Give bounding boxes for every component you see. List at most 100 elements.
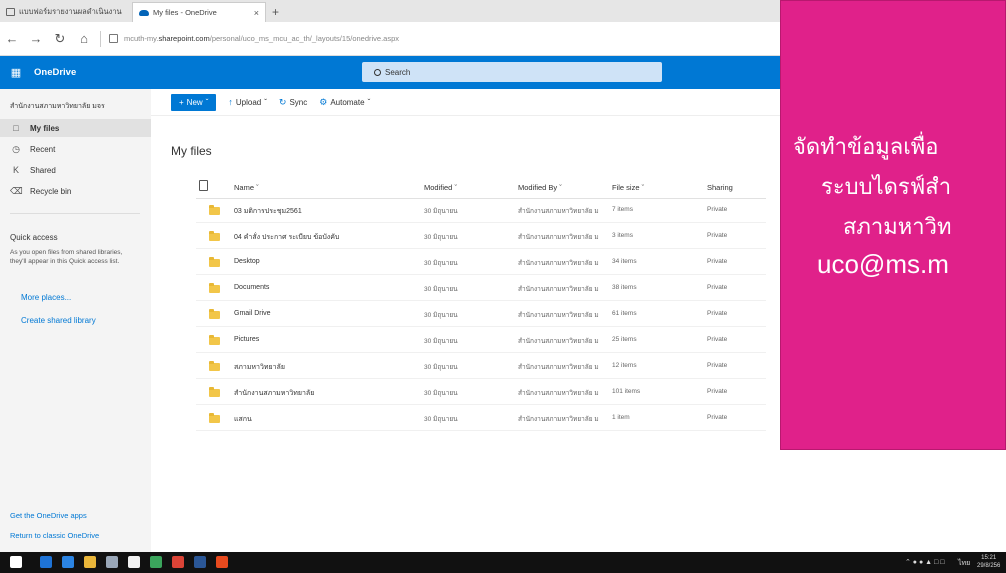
nav-item-recycle-bin[interactable]: ⌫ Recycle bin — [0, 182, 151, 200]
table-row[interactable]: 03 มติการประชุม2561 30 มิถุนายน สำนักงานสภ… — [196, 199, 766, 223]
column-header-name[interactable]: Name ˇ — [234, 183, 259, 192]
left-nav: สำนักงานสภามหาวิทยาลัย มจร □ My files ◷ … — [0, 89, 151, 552]
system-tray-icons[interactable]: ⌃ ● ● ▲ □ □ — [905, 558, 944, 566]
nav-item-shared[interactable]: K Shared — [0, 161, 151, 179]
upload-button[interactable]: ↑ Upload ˇ — [228, 97, 267, 107]
create-shared-library-link[interactable]: Create shared library — [21, 316, 96, 325]
column-header-file-size[interactable]: File size ˇ — [612, 183, 644, 192]
people-icon[interactable] — [106, 556, 118, 568]
clock[interactable]: 15:21 29/8/256 — [977, 554, 1000, 570]
table-row[interactable]: 04 คำสั่ง ประกาศ ระเบียบ ข้อบังคับ 30 มิถ… — [196, 225, 766, 249]
line-icon[interactable] — [150, 556, 162, 568]
app-name[interactable]: OneDrive — [34, 67, 76, 78]
table-row[interactable]: Gmail Drive 30 มิถุนายน สำนักงานสภามหาวิทย… — [196, 303, 766, 327]
more-places-link[interactable]: More places... — [21, 293, 71, 302]
back-arrow-icon[interactable]: ← — [0, 31, 24, 46]
word-icon[interactable] — [194, 556, 206, 568]
quick-access-title: Quick access — [10, 233, 58, 242]
file-name[interactable]: Desktop — [234, 258, 260, 265]
overlay-line-1: จัดทำข้อมูลเพื่อ — [793, 134, 939, 159]
tab-title: My files - OneDrive — [153, 8, 217, 17]
automate-icon: ⚙ — [319, 96, 328, 107]
sync-button[interactable]: ↻ Sync — [279, 97, 307, 108]
overlay-line-2: ระบบไดรฟ์สำ — [821, 174, 952, 199]
upload-label: Upload — [235, 97, 262, 107]
new-label: New — [186, 97, 203, 107]
file-explorer-icon[interactable] — [84, 556, 96, 568]
column-header-modified-by[interactable]: Modified By ˇ — [518, 183, 562, 192]
new-tab-button[interactable]: + — [266, 2, 285, 22]
folder-icon — [209, 413, 220, 423]
nav-item-recent[interactable]: ◷ Recent — [0, 140, 151, 158]
quick-access-description: As you open files from shared libraries,… — [10, 249, 123, 265]
file-name[interactable]: สภามหาวิทยาลัย — [234, 362, 285, 373]
browser-tab-active[interactable]: My files - OneDrive × — [132, 2, 266, 22]
forward-arrow-icon[interactable]: → — [24, 31, 48, 46]
file-size: 101 items — [612, 388, 641, 395]
folder-icon — [209, 231, 220, 241]
edge-icon[interactable] — [40, 556, 52, 568]
language-indicator[interactable]: ไทย — [958, 558, 970, 569]
return-classic-link[interactable]: Return to classic OneDrive — [10, 531, 99, 540]
windows-start-icon[interactable] — [10, 556, 22, 568]
clock-date: 29/8/256 — [977, 563, 1001, 569]
table-header: Name ˇ Modified ˇ Modified By ˇ File siz… — [196, 179, 766, 199]
refresh-icon[interactable]: ↻ — [48, 31, 72, 47]
chevron-down-icon: ˇ — [205, 97, 209, 107]
file-name[interactable]: สำนักงานสภามหาวิทยาลัย — [234, 388, 314, 399]
file-size: 12 items — [612, 362, 637, 369]
overlay-line-3: สภามหาวิท — [843, 214, 952, 239]
nav-label: Recycle bin — [30, 186, 72, 196]
screen: แบบฟอร์มรายงานผลดำเนินงาน My files - One… — [0, 0, 1006, 573]
col-label: Modified — [424, 183, 453, 192]
column-header-sharing[interactable]: Sharing — [707, 183, 733, 192]
clock-icon: ◷ — [12, 143, 20, 154]
file-name[interactable]: แสกน — [234, 414, 252, 425]
new-button[interactable]: + New ˇ — [171, 93, 217, 111]
command-bar: + New ˇ ↑ Upload ˇ ↻ Sync ⚙ Automate ˇ — [151, 89, 780, 116]
table-row[interactable]: สำนักงานสภามหาวิทยาลัย 30 มิถุนายน สำนักงา… — [196, 381, 766, 405]
close-tab-icon[interactable]: × — [254, 8, 259, 18]
get-apps-link[interactable]: Get the OneDrive apps — [10, 511, 87, 520]
store-icon[interactable] — [128, 556, 140, 568]
taskbar: ⌃ ● ● ▲ □ □ ไทย 15:21 29/8/256 — [0, 552, 1006, 573]
file-size: 25 items — [612, 336, 637, 343]
file-name[interactable]: Documents — [234, 284, 269, 291]
modified-by: สำนักงานสภามหาวิทยาลัย ม — [518, 416, 599, 423]
automate-label: Automate — [330, 97, 365, 107]
nav-label: My files — [30, 123, 60, 133]
folder-icon — [209, 361, 220, 371]
table-row[interactable]: แสกน 30 มิถุนายน สำนักงานสภามหาวิทยาลัย ม 1… — [196, 407, 766, 431]
file-type-icon — [199, 180, 208, 191]
table-row[interactable]: สภามหาวิทยาลัย 30 มิถุนายน สำนักงานสภามหาว… — [196, 355, 766, 379]
nav-item-my-files[interactable]: □ My files — [0, 119, 151, 137]
search-box[interactable]: Search — [362, 62, 662, 82]
nav-label: Shared — [30, 165, 56, 175]
file-name[interactable]: 04 คำสั่ง ประกาศ ระเบียบ ข้อบังคับ — [234, 232, 339, 243]
sharing-status: Private — [707, 336, 728, 343]
url-field[interactable]: mcuth-my.sharepoint.com/personal/uco_ms_… — [124, 34, 399, 43]
chrome-icon[interactable] — [172, 556, 184, 568]
file-name[interactable]: Pictures — [234, 336, 259, 343]
browser-tab[interactable]: แบบฟอร์มรายงานผลดำเนินงาน — [0, 2, 132, 22]
app-launcher-icon[interactable]: ▦ — [4, 56, 28, 89]
file-size: 61 items — [612, 310, 637, 317]
home-icon[interactable]: ⌂ — [72, 31, 96, 46]
table-row[interactable]: Desktop 30 มิถุนายน สำนักงานสภามหาวิทยาลัย… — [196, 251, 766, 275]
sharing-status: Private — [707, 258, 728, 265]
ie-icon[interactable] — [62, 556, 74, 568]
file-name[interactable]: Gmail Drive — [234, 310, 271, 317]
file-name[interactable]: 03 มติการประชุม2561 — [234, 206, 302, 217]
automate-button[interactable]: ⚙ Automate ˇ — [319, 97, 370, 108]
col-label: Name — [234, 183, 255, 192]
col-label: Modified By — [518, 183, 558, 192]
modified-by: สำนักงานสภามหาวิทยาลัย ม — [518, 312, 599, 319]
column-header-modified[interactable]: Modified ˇ — [424, 183, 457, 192]
modified-date: 30 มิถุนายน — [424, 234, 458, 241]
sharing-status: Private — [707, 310, 728, 317]
table-row[interactable]: Documents 30 มิถุนายน สำนักงานสภามหาวิทยาล… — [196, 277, 766, 301]
modified-date: 30 มิถุนายน — [424, 390, 458, 397]
modified-by: สำนักงานสภามหาวิทยาลัย ม — [518, 286, 599, 293]
table-row[interactable]: Pictures 30 มิถุนายน สำนักงานสภามหาวิทยาลั… — [196, 329, 766, 353]
app-icon[interactable] — [216, 556, 228, 568]
